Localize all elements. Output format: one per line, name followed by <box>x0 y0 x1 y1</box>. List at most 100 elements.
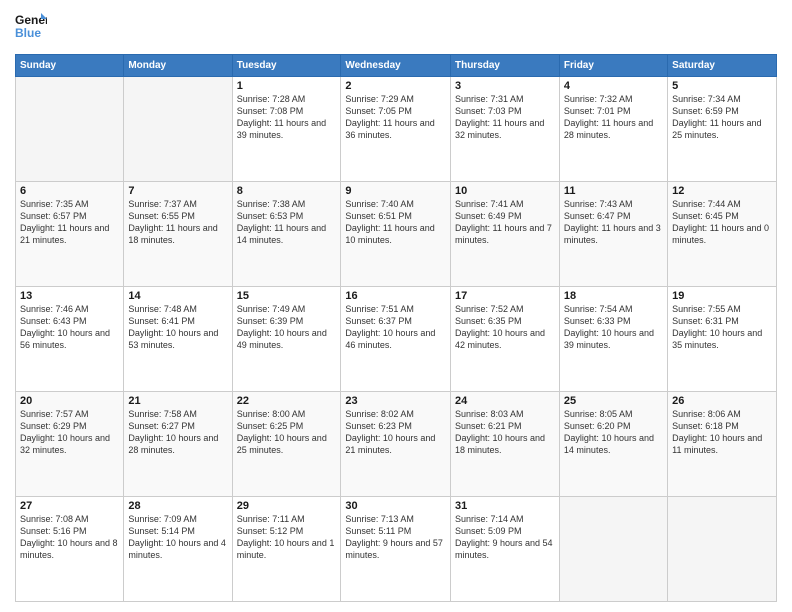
day-info: Sunrise: 7:44 AMSunset: 6:45 PMDaylight:… <box>672 198 772 247</box>
day-info: Sunrise: 7:13 AMSunset: 5:11 PMDaylight:… <box>345 513 446 562</box>
calendar-cell: 4Sunrise: 7:32 AMSunset: 7:01 PMDaylight… <box>559 77 667 182</box>
calendar-cell: 12Sunrise: 7:44 AMSunset: 6:45 PMDayligh… <box>668 182 777 287</box>
day-info: Sunrise: 7:49 AMSunset: 6:39 PMDaylight:… <box>237 303 337 352</box>
logo-svg: General Blue <box>15 10 47 46</box>
day-number: 28 <box>128 500 227 512</box>
svg-text:Blue: Blue <box>15 26 41 40</box>
calendar-cell: 7Sunrise: 7:37 AMSunset: 6:55 PMDaylight… <box>124 182 232 287</box>
calendar-cell: 29Sunrise: 7:11 AMSunset: 5:12 PMDayligh… <box>232 497 341 602</box>
calendar-cell: 22Sunrise: 8:00 AMSunset: 6:25 PMDayligh… <box>232 392 341 497</box>
day-header-monday: Monday <box>124 55 232 77</box>
day-number: 29 <box>237 500 337 512</box>
day-info: Sunrise: 7:43 AMSunset: 6:47 PMDaylight:… <box>564 198 663 247</box>
day-number: 18 <box>564 290 663 302</box>
calendar-cell: 9Sunrise: 7:40 AMSunset: 6:51 PMDaylight… <box>341 182 451 287</box>
day-number: 9 <box>345 185 446 197</box>
day-info: Sunrise: 7:09 AMSunset: 5:14 PMDaylight:… <box>128 513 227 562</box>
day-info: Sunrise: 7:41 AMSunset: 6:49 PMDaylight:… <box>455 198 555 247</box>
day-info: Sunrise: 7:11 AMSunset: 5:12 PMDaylight:… <box>237 513 337 562</box>
calendar-cell: 3Sunrise: 7:31 AMSunset: 7:03 PMDaylight… <box>450 77 559 182</box>
day-number: 7 <box>128 185 227 197</box>
day-info: Sunrise: 8:03 AMSunset: 6:21 PMDaylight:… <box>455 408 555 457</box>
day-info: Sunrise: 8:02 AMSunset: 6:23 PMDaylight:… <box>345 408 446 457</box>
day-info: Sunrise: 7:37 AMSunset: 6:55 PMDaylight:… <box>128 198 227 247</box>
week-row-5: 27Sunrise: 7:08 AMSunset: 5:16 PMDayligh… <box>16 497 777 602</box>
day-number: 5 <box>672 80 772 92</box>
calendar-cell: 24Sunrise: 8:03 AMSunset: 6:21 PMDayligh… <box>450 392 559 497</box>
calendar-cell: 16Sunrise: 7:51 AMSunset: 6:37 PMDayligh… <box>341 287 451 392</box>
day-info: Sunrise: 7:54 AMSunset: 6:33 PMDaylight:… <box>564 303 663 352</box>
day-info: Sunrise: 7:38 AMSunset: 6:53 PMDaylight:… <box>237 198 337 247</box>
calendar-cell: 20Sunrise: 7:57 AMSunset: 6:29 PMDayligh… <box>16 392 124 497</box>
day-info: Sunrise: 7:08 AMSunset: 5:16 PMDaylight:… <box>20 513 119 562</box>
day-number: 17 <box>455 290 555 302</box>
day-info: Sunrise: 7:35 AMSunset: 6:57 PMDaylight:… <box>20 198 119 247</box>
day-number: 27 <box>20 500 119 512</box>
calendar-table: SundayMondayTuesdayWednesdayThursdayFrid… <box>15 54 777 602</box>
week-row-2: 6Sunrise: 7:35 AMSunset: 6:57 PMDaylight… <box>16 182 777 287</box>
calendar-cell <box>16 77 124 182</box>
calendar-cell <box>668 497 777 602</box>
week-row-4: 20Sunrise: 7:57 AMSunset: 6:29 PMDayligh… <box>16 392 777 497</box>
day-number: 20 <box>20 395 119 407</box>
calendar-cell: 18Sunrise: 7:54 AMSunset: 6:33 PMDayligh… <box>559 287 667 392</box>
day-number: 22 <box>237 395 337 407</box>
day-number: 14 <box>128 290 227 302</box>
day-info: Sunrise: 7:40 AMSunset: 6:51 PMDaylight:… <box>345 198 446 247</box>
day-number: 26 <box>672 395 772 407</box>
day-number: 16 <box>345 290 446 302</box>
day-number: 12 <box>672 185 772 197</box>
calendar-cell: 28Sunrise: 7:09 AMSunset: 5:14 PMDayligh… <box>124 497 232 602</box>
week-row-1: 1Sunrise: 7:28 AMSunset: 7:08 PMDaylight… <box>16 77 777 182</box>
day-info: Sunrise: 7:55 AMSunset: 6:31 PMDaylight:… <box>672 303 772 352</box>
calendar-cell: 30Sunrise: 7:13 AMSunset: 5:11 PMDayligh… <box>341 497 451 602</box>
calendar-cell: 21Sunrise: 7:58 AMSunset: 6:27 PMDayligh… <box>124 392 232 497</box>
day-number: 4 <box>564 80 663 92</box>
calendar-cell: 11Sunrise: 7:43 AMSunset: 6:47 PMDayligh… <box>559 182 667 287</box>
day-number: 3 <box>455 80 555 92</box>
week-row-3: 13Sunrise: 7:46 AMSunset: 6:43 PMDayligh… <box>16 287 777 392</box>
day-info: Sunrise: 7:32 AMSunset: 7:01 PMDaylight:… <box>564 93 663 142</box>
day-header-friday: Friday <box>559 55 667 77</box>
day-number: 10 <box>455 185 555 197</box>
calendar-cell: 14Sunrise: 7:48 AMSunset: 6:41 PMDayligh… <box>124 287 232 392</box>
day-info: Sunrise: 7:58 AMSunset: 6:27 PMDaylight:… <box>128 408 227 457</box>
day-number: 6 <box>20 185 119 197</box>
calendar-cell: 5Sunrise: 7:34 AMSunset: 6:59 PMDaylight… <box>668 77 777 182</box>
day-number: 24 <box>455 395 555 407</box>
calendar-cell: 15Sunrise: 7:49 AMSunset: 6:39 PMDayligh… <box>232 287 341 392</box>
day-info: Sunrise: 7:31 AMSunset: 7:03 PMDaylight:… <box>455 93 555 142</box>
calendar-header-row: SundayMondayTuesdayWednesdayThursdayFrid… <box>16 55 777 77</box>
day-info: Sunrise: 7:28 AMSunset: 7:08 PMDaylight:… <box>237 93 337 142</box>
day-number: 11 <box>564 185 663 197</box>
header: General Blue <box>15 10 777 46</box>
day-number: 25 <box>564 395 663 407</box>
day-info: Sunrise: 7:46 AMSunset: 6:43 PMDaylight:… <box>20 303 119 352</box>
calendar-cell: 25Sunrise: 8:05 AMSunset: 6:20 PMDayligh… <box>559 392 667 497</box>
day-header-sunday: Sunday <box>16 55 124 77</box>
day-info: Sunrise: 7:14 AMSunset: 5:09 PMDaylight:… <box>455 513 555 562</box>
calendar-cell: 1Sunrise: 7:28 AMSunset: 7:08 PMDaylight… <box>232 77 341 182</box>
day-header-tuesday: Tuesday <box>232 55 341 77</box>
calendar-cell: 10Sunrise: 7:41 AMSunset: 6:49 PMDayligh… <box>450 182 559 287</box>
calendar-cell: 17Sunrise: 7:52 AMSunset: 6:35 PMDayligh… <box>450 287 559 392</box>
calendar-cell: 13Sunrise: 7:46 AMSunset: 6:43 PMDayligh… <box>16 287 124 392</box>
day-info: Sunrise: 7:34 AMSunset: 6:59 PMDaylight:… <box>672 93 772 142</box>
day-info: Sunrise: 8:06 AMSunset: 6:18 PMDaylight:… <box>672 408 772 457</box>
day-info: Sunrise: 7:29 AMSunset: 7:05 PMDaylight:… <box>345 93 446 142</box>
day-number: 13 <box>20 290 119 302</box>
day-info: Sunrise: 7:52 AMSunset: 6:35 PMDaylight:… <box>455 303 555 352</box>
day-number: 31 <box>455 500 555 512</box>
day-info: Sunrise: 8:05 AMSunset: 6:20 PMDaylight:… <box>564 408 663 457</box>
day-number: 15 <box>237 290 337 302</box>
calendar-cell: 26Sunrise: 8:06 AMSunset: 6:18 PMDayligh… <box>668 392 777 497</box>
day-info: Sunrise: 7:51 AMSunset: 6:37 PMDaylight:… <box>345 303 446 352</box>
day-number: 23 <box>345 395 446 407</box>
calendar-cell: 27Sunrise: 7:08 AMSunset: 5:16 PMDayligh… <box>16 497 124 602</box>
day-header-thursday: Thursday <box>450 55 559 77</box>
day-info: Sunrise: 7:48 AMSunset: 6:41 PMDaylight:… <box>128 303 227 352</box>
calendar-cell: 19Sunrise: 7:55 AMSunset: 6:31 PMDayligh… <box>668 287 777 392</box>
day-number: 19 <box>672 290 772 302</box>
day-header-wednesday: Wednesday <box>341 55 451 77</box>
day-number: 1 <box>237 80 337 92</box>
